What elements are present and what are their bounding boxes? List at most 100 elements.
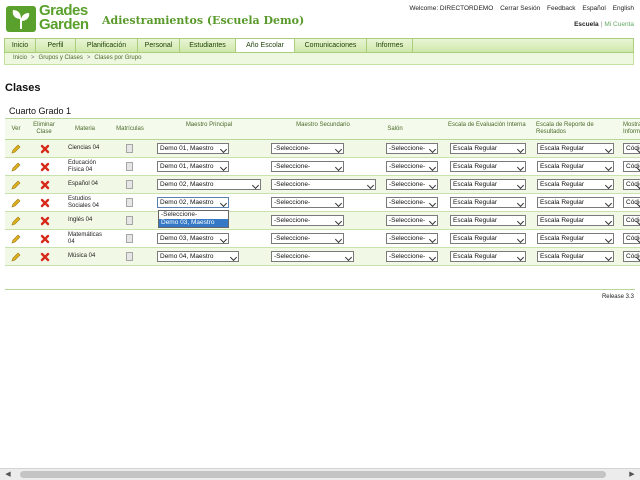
col-maestro-secundario: Maestro Secundario	[296, 122, 350, 128]
table-row: Matemáticas 04 Demo 03, Maestro -Selecci…	[5, 230, 640, 248]
x-icon	[40, 162, 50, 171]
enrollments-button[interactable]	[126, 140, 133, 157]
scroll-left-icon[interactable]: ◀	[2, 469, 14, 480]
nav-comunicaciones[interactable]: Comunicaciones	[295, 39, 367, 52]
dropdown-option[interactable]: -Seleccione-	[159, 211, 228, 219]
nav-personal[interactable]: Personal	[138, 39, 180, 52]
nav-perfil[interactable]: Perfil	[36, 39, 76, 52]
salon-select[interactable]: -Seleccione-	[386, 215, 438, 226]
escala-interna-select[interactable]: Escala Regular	[450, 197, 526, 208]
nav-planificacion[interactable]: Planificación	[76, 39, 138, 52]
mostrar-select[interactable]: Código	[623, 215, 640, 226]
enrollments-button[interactable]	[126, 230, 133, 247]
delete-button[interactable]	[40, 194, 50, 211]
maestro-principal-select[interactable]: Demo 02, Maestro	[157, 179, 261, 190]
escala-reporte-select[interactable]: Escala Regular	[537, 233, 614, 244]
salon-select[interactable]: -Seleccione-	[386, 179, 438, 190]
spanish-link[interactable]: Español	[582, 5, 606, 12]
materia-name: Inglés 04	[68, 217, 93, 223]
delete-button[interactable]	[40, 212, 50, 229]
breadcrumb: Inicio > Grupos y Clases > Clases por Grupo	[4, 53, 634, 65]
escala-reporte-select[interactable]: Escala Regular	[537, 215, 614, 226]
enrollments-button[interactable]	[126, 176, 133, 193]
escala-reporte-select[interactable]: Escala Regular	[537, 197, 614, 208]
view-button[interactable]	[11, 140, 21, 157]
enrollments-button[interactable]	[126, 212, 133, 229]
scroll-right-icon[interactable]: ▶	[626, 469, 638, 480]
maestro-principal-select[interactable]: Demo 01, Maestro	[157, 161, 229, 172]
maestro-principal-select[interactable]: Demo 02, Maestro	[157, 197, 229, 208]
maestro-secundario-select[interactable]: -Seleccione-	[271, 215, 344, 226]
escala-reporte-select[interactable]: Escala Regular	[537, 161, 614, 172]
maestro-principal-select[interactable]: Demo 03, Maestro	[157, 233, 229, 244]
delete-button[interactable]	[40, 248, 50, 265]
mostrar-select[interactable]: Código	[623, 251, 640, 262]
salon-select[interactable]: -Seleccione-	[386, 161, 438, 172]
salon-select[interactable]: -Seleccione-	[386, 143, 438, 154]
view-button[interactable]	[11, 176, 21, 193]
x-icon	[40, 198, 50, 207]
breadcrumb-clases: Clases por Grupo	[94, 55, 142, 61]
logout-link[interactable]: Cerrar Sesión	[500, 5, 540, 12]
view-button[interactable]	[11, 230, 21, 247]
grades-garden-logo[interactable]: Grades Garden	[6, 3, 94, 36]
scrollbar-thumb[interactable]	[20, 471, 606, 478]
view-button[interactable]	[11, 212, 21, 229]
pencil-icon	[11, 234, 21, 243]
breadcrumb-inicio[interactable]: Inicio	[13, 55, 27, 61]
english-link[interactable]: English	[613, 5, 634, 12]
view-button[interactable]	[11, 158, 21, 175]
maestro-secundario-select[interactable]: -Seleccione-	[271, 179, 376, 190]
horizontal-scrollbar[interactable]: ◀ ▶	[0, 468, 640, 480]
dropdown-option-highlighted[interactable]: Demo 03, Maestro	[159, 219, 228, 227]
salon-select[interactable]: -Seleccione-	[386, 197, 438, 208]
escala-reporte-select[interactable]: Escala Regular	[537, 143, 614, 154]
nav-estudiantes[interactable]: Estudiantes	[180, 39, 236, 52]
maestro-secundario-select[interactable]: -Seleccione-	[271, 251, 354, 262]
escala-interna-select[interactable]: Escala Regular	[450, 251, 526, 262]
maestro-secundario-select[interactable]: -Seleccione-	[271, 233, 344, 244]
escala-interna-select[interactable]: Escala Regular	[450, 143, 526, 154]
enrollments-button[interactable]	[126, 194, 133, 211]
escala-interna-select[interactable]: Escala Regular	[450, 179, 526, 190]
maestro-principal-select[interactable]: Demo 04, Maestro	[157, 251, 239, 262]
escala-interna-select[interactable]: Escala Regular	[450, 161, 526, 172]
maestro-secundario-select[interactable]: -Seleccione-	[271, 197, 344, 208]
mostrar-select[interactable]: Código	[623, 143, 640, 154]
maestro-secundario-select[interactable]: -Seleccione-	[271, 143, 344, 154]
delete-button[interactable]	[40, 158, 50, 175]
my-account-link[interactable]: Mi Cuenta	[604, 21, 634, 28]
maestro-secundario-select[interactable]: -Seleccione-	[271, 161, 344, 172]
separator: |	[600, 21, 603, 28]
enrollments-button[interactable]	[126, 248, 133, 265]
mostrar-select[interactable]: Código	[623, 161, 640, 172]
view-button[interactable]	[11, 248, 21, 265]
feedback-link[interactable]: Feedback	[547, 5, 576, 12]
escala-reporte-select[interactable]: Escala Regular	[537, 179, 614, 190]
nav-inicio[interactable]: Inicio	[5, 39, 36, 52]
escala-interna-select[interactable]: Escala Regular	[450, 215, 526, 226]
nav-ano-escolar[interactable]: Año Escolar	[236, 39, 295, 52]
mostrar-select[interactable]: Código	[623, 179, 640, 190]
escala-reporte-select[interactable]: Escala Regular	[537, 251, 614, 262]
enrollments-button[interactable]	[126, 158, 133, 175]
logo-line2: Garden	[39, 16, 89, 33]
salon-select[interactable]: -Seleccione-	[386, 251, 438, 262]
school-link[interactable]: Escuela	[574, 21, 599, 28]
mostrar-select[interactable]: Código	[623, 233, 640, 244]
delete-button[interactable]	[40, 230, 50, 247]
table-row: Estudios Sociales 04 Demo 02, Maestro -S…	[5, 194, 640, 212]
mostrar-select[interactable]: Código	[623, 197, 640, 208]
footer-divider	[5, 289, 635, 290]
app-title: Adiestramientos (Escuela Demo)	[102, 14, 305, 27]
escala-interna-select[interactable]: Escala Regular	[450, 233, 526, 244]
materia-name: Matemáticas 04	[68, 231, 103, 245]
salon-select[interactable]: -Seleccione-	[386, 233, 438, 244]
x-icon	[40, 180, 50, 189]
delete-button[interactable]	[40, 176, 50, 193]
maestro-principal-select[interactable]: Demo 01, Maestro	[157, 143, 229, 154]
view-button[interactable]	[11, 194, 21, 211]
breadcrumb-grupos[interactable]: Grupos y Clases	[39, 55, 83, 61]
nav-informes[interactable]: Informes	[367, 39, 413, 52]
delete-button[interactable]	[40, 140, 50, 157]
